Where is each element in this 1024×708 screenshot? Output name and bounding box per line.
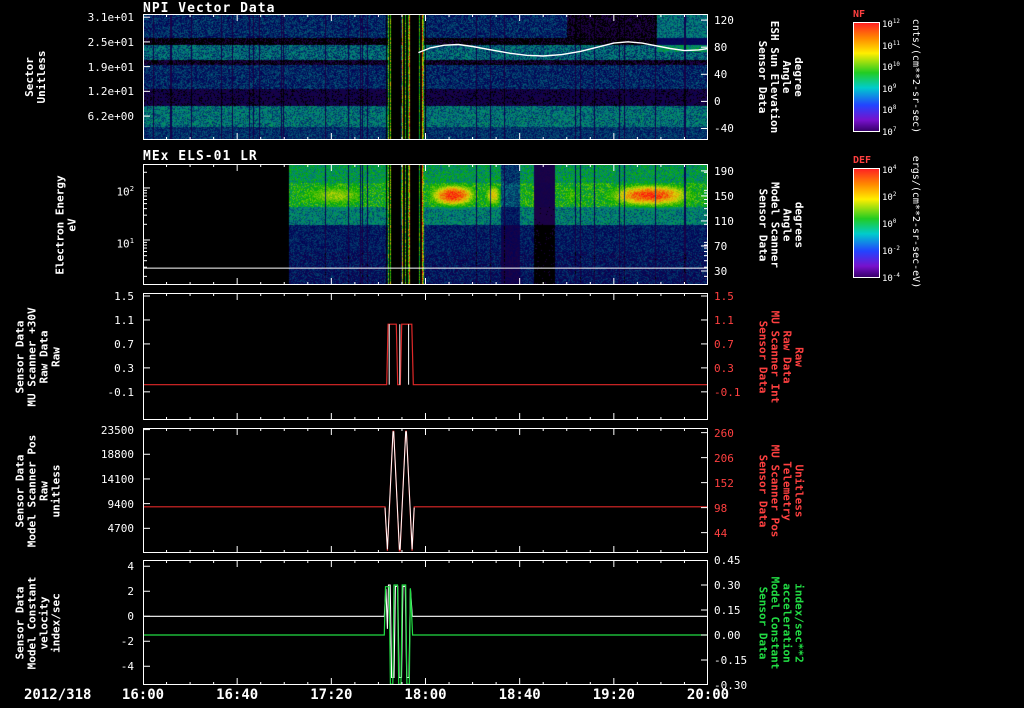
model-scanner-pos-right-tick: 152 bbox=[714, 476, 734, 490]
model-constant-velocity-left-axis-label: Sensor Data Model Constant velocity inde… bbox=[13, 576, 62, 669]
mu-scanner-30v-right-axis-label: Raw Raw Data MU Scanner Int Sensor Data bbox=[756, 310, 805, 403]
npi-vector-data-left-tick: 6.2e+00 bbox=[87, 110, 134, 124]
date-label: 2012/318 bbox=[24, 687, 92, 703]
x-tick-label: 17:20 bbox=[310, 687, 353, 703]
mu-scanner-30v-right-tick: 0.7 bbox=[714, 337, 734, 351]
model-scanner-pos-right-tick: 206 bbox=[714, 451, 734, 465]
mu-scanner-30v-right-tick: 1.1 bbox=[714, 313, 734, 327]
model-constant-velocity-right-tick: 0.30 bbox=[714, 579, 741, 592]
npi-vector-data-left-tick: 1.2e+01 bbox=[87, 85, 134, 99]
nf-colorbar-tick: 107 bbox=[882, 127, 897, 138]
npi-vector-data-left-tick: 1.9e+01 bbox=[87, 60, 134, 74]
def-colorbar-tick: 102 bbox=[882, 192, 897, 203]
mex-els-01-lr-right-tick: 30 bbox=[714, 264, 728, 278]
model-constant-acceleration-trace bbox=[143, 584, 708, 685]
def-colorbar-title: DEF bbox=[853, 155, 872, 166]
def-colorbar-tick: 104 bbox=[882, 165, 897, 176]
mex-els-01-lr-left-axis-label: Electron Energy eV bbox=[53, 174, 78, 275]
npi-vector-data-panel bbox=[143, 14, 708, 140]
npi-vector-data-right-tick: 0 bbox=[714, 95, 721, 109]
def-colorbar-tick: 10-4 bbox=[882, 273, 900, 284]
model-constant-velocity-right-tick: 0.45 bbox=[714, 554, 741, 567]
x-tick-label: 18:00 bbox=[404, 687, 447, 703]
model-scanner-pos-raw-trace bbox=[143, 430, 708, 552]
mu-scanner-30v-left-axis-label: Sensor Data MU Scanner +30V Raw Data Raw bbox=[13, 306, 62, 407]
npi-vector-data-right-tick: 80 bbox=[714, 41, 728, 55]
model-scanner-pos-right-tick: 98 bbox=[714, 501, 728, 515]
mu-scanner-30v-right-tick: 1.5 bbox=[714, 289, 734, 303]
npi-vector-data-right-tick: 40 bbox=[714, 68, 728, 82]
mu-scanner-30v-raw-trace bbox=[143, 323, 708, 386]
model-scanner-pos-axes bbox=[143, 428, 708, 553]
nf-colorbar-tick: 1010 bbox=[882, 62, 900, 74]
npi-vector-data-left-axis-label: Sector Unitless bbox=[23, 50, 48, 104]
def-colorbar bbox=[853, 168, 880, 278]
model-scanner-pos-panel bbox=[143, 428, 708, 553]
x-tick-label: 16:40 bbox=[216, 687, 259, 703]
mu-scanner-30v-right-tick: 0.3 bbox=[714, 361, 734, 375]
model-constant-velocity-axes bbox=[143, 560, 708, 685]
x-tick-label: 18:40 bbox=[498, 687, 541, 703]
tplot-display: NPI Vector Data MEx ELS-01 LR 2012/318 3… bbox=[0, 0, 1024, 708]
nf-colorbar bbox=[853, 22, 880, 132]
mex-els-01-lr-right-tick: 190 bbox=[714, 164, 734, 178]
mex-els-01-lr-axes bbox=[143, 164, 708, 285]
nf-colorbar-tick: 1012 bbox=[882, 19, 900, 30]
npi-vector-data-right-tick: -40 bbox=[714, 122, 734, 136]
model-scanner-pos-right-tick: 260 bbox=[714, 426, 734, 440]
model-scanner-pos-left-axis-label: Sensor Data Model Scanner Pos Raw unitle… bbox=[13, 434, 62, 547]
mex-els-01-lr-right-tick: 70 bbox=[714, 239, 728, 253]
x-tick-label: 16:00 bbox=[121, 687, 165, 703]
npi-vector-data-right-tick: 120 bbox=[714, 14, 734, 28]
mex-els-01-lr-right-tick: 110 bbox=[714, 214, 734, 228]
nf-colorbar-tick: 108 bbox=[882, 105, 897, 117]
npi-vector-data-left-tick: 2.5e+01 bbox=[87, 35, 134, 49]
model-constant-velocity-right-tick: 0.00 bbox=[714, 629, 741, 642]
nf-colorbar-tick: 1011 bbox=[882, 40, 900, 52]
mu-scanner-30v-right-tick: -0.1 bbox=[714, 385, 741, 399]
def-colorbar-tick: 10-2 bbox=[882, 246, 900, 257]
npi-vector-data-left-tick: 3.1e+01 bbox=[87, 11, 134, 25]
npi-vector-data-right-axis-label: degree Angle ESH Sun Elevation Sensor Da… bbox=[756, 20, 805, 134]
model-scanner-pos-right-axis-label: Unitless Telemetry MU Scanner Pos Sensor… bbox=[756, 444, 805, 537]
npi-vector-data-axes bbox=[143, 14, 708, 140]
mu-scanner-30v-panel bbox=[143, 293, 708, 420]
model-constant-velocity-trace bbox=[143, 584, 708, 679]
x-tick-label: 19:20 bbox=[592, 687, 635, 703]
model-constant-velocity-right-axis-label: index/sec**2 acceleration Model Constant… bbox=[756, 576, 805, 669]
mu-scanner-30v-axes bbox=[143, 293, 708, 420]
mex-els-01-lr-panel bbox=[143, 164, 708, 285]
x-tick-label: 20:00 bbox=[686, 687, 730, 703]
model-constant-velocity-panel bbox=[143, 560, 708, 685]
model-constant-velocity-right-tick: -0.15 bbox=[714, 654, 748, 667]
def-colorbar-tick: 100 bbox=[882, 219, 897, 230]
nf-colorbar-title: NF bbox=[853, 9, 866, 20]
panel-els-title: MEx ELS-01 LR bbox=[143, 149, 258, 164]
model-constant-velocity-right-tick: 0.15 bbox=[714, 604, 741, 617]
mex-els-01-lr-right-tick: 150 bbox=[714, 189, 734, 203]
esh-sun-elevation-trace bbox=[418, 41, 708, 57]
mex-els-01-lr-right-axis-label: degrees Angle Model Scanner Sensor Data bbox=[756, 181, 805, 268]
def-colorbar-unit: ergs/(cm**2-sr-sec-eV) bbox=[910, 155, 921, 289]
model-scanner-pos-right-tick: 44 bbox=[714, 526, 728, 540]
nf-colorbar-tick: 109 bbox=[882, 83, 897, 95]
